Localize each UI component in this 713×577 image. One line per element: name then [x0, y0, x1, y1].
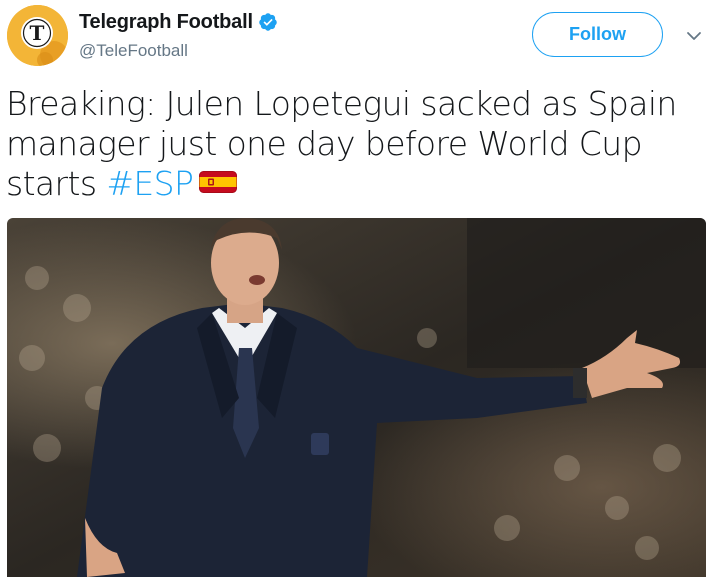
- tweet-text-line-3-text: starts: [6, 164, 97, 203]
- name-row: Telegraph Football: [79, 9, 278, 35]
- tweet-text: Breaking: Julen Lopetegui sacked as Spai…: [6, 84, 686, 204]
- verified-badge-icon: [259, 13, 277, 31]
- follow-button[interactable]: Follow: [532, 12, 663, 57]
- tweet-media[interactable]: [7, 218, 706, 577]
- tweet-text-line-3: starts #ESP: [6, 164, 686, 204]
- hashtag-link[interactable]: #ESP: [106, 164, 194, 203]
- tweet-text-line-2: manager just one day before World Cup: [6, 124, 643, 163]
- telegraph-logo-icon: T: [7, 5, 68, 66]
- tweet-header: T Telegraph Football @TeleFootball Follo…: [0, 0, 713, 80]
- svg-text:T: T: [30, 21, 45, 45]
- spain-flag-icon: [199, 171, 238, 193]
- avatar[interactable]: T: [7, 5, 68, 66]
- handle[interactable]: @TeleFootball: [79, 41, 188, 61]
- tweet-text-line-1: Breaking: Julen Lopetegui sacked as Spai…: [6, 84, 677, 123]
- display-name[interactable]: Telegraph Football: [79, 11, 253, 34]
- chevron-down-icon[interactable]: [686, 28, 702, 44]
- tweet-photo[interactable]: [7, 218, 706, 577]
